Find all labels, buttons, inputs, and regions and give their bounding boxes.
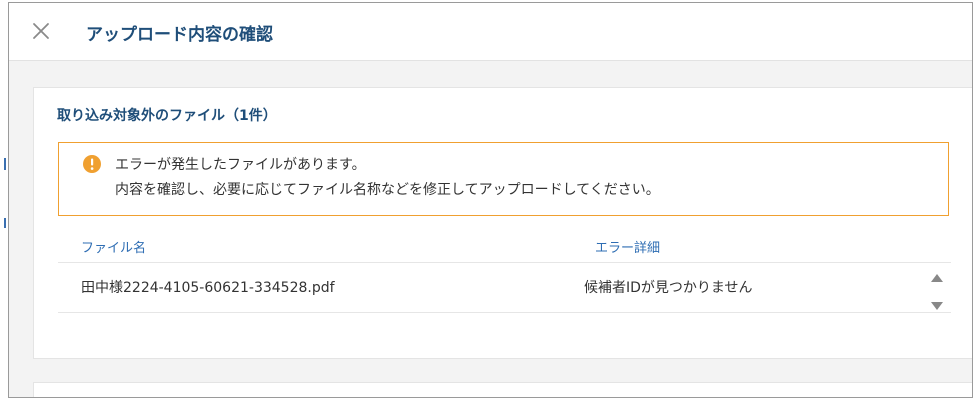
table-header-divider <box>58 262 951 263</box>
background-mark <box>4 158 6 170</box>
excluded-files-card: 取り込み対象外のファイル（1件） エラーが発生したファイルがあります。 内容を確… <box>33 87 972 359</box>
cell-error-detail: 候補者IDが見つかりません <box>584 280 753 296</box>
cell-filename: 田中様2224-4105-60621-334528.pdf <box>81 280 335 296</box>
scroll-up-arrow-icon[interactable] <box>930 268 944 282</box>
column-header-error-detail: エラー詳細 <box>595 241 661 256</box>
column-header-filename: ファイル名 <box>81 241 147 256</box>
scroll-down-arrow-icon[interactable] <box>930 296 944 310</box>
modal-title: アップロード内容の確認 <box>86 25 273 45</box>
close-icon[interactable] <box>29 19 53 43</box>
modal-header: アップロード内容の確認 <box>9 3 972 61</box>
background-mark <box>4 218 6 228</box>
alert-message-line2: 内容を確認し、必要に応じてファイル名称などを修正してアップロードしてください。 <box>115 182 660 198</box>
upload-confirm-modal: アップロード内容の確認 取り込み対象外のファイル（1件） エラーが発生したファイ… <box>8 2 973 398</box>
warning-icon <box>83 155 101 173</box>
next-section-card <box>33 382 972 397</box>
table-row-divider <box>58 312 951 313</box>
alert-message-line1: エラーが発生したファイルがあります。 <box>115 157 366 173</box>
section-title: 取り込み対象外のファイル（1件） <box>57 108 277 124</box>
error-alert: エラーが発生したファイルがあります。 内容を確認し、必要に応じてファイル名称など… <box>58 142 949 216</box>
